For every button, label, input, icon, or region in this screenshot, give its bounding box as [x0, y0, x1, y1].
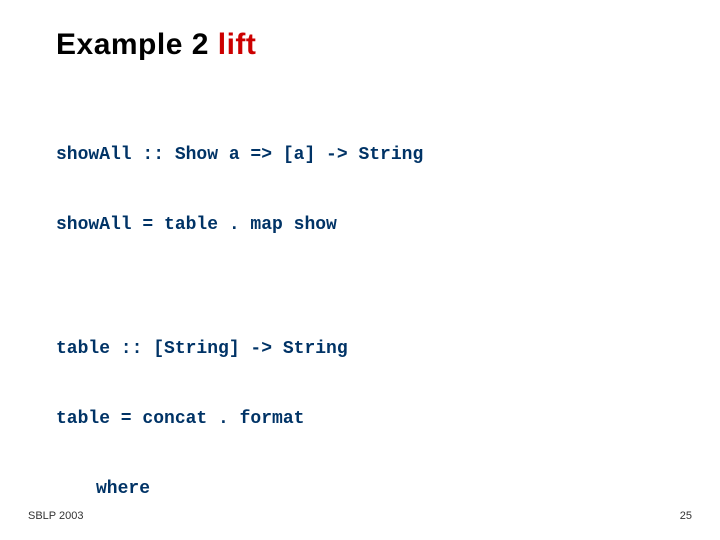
- blank-line: [56, 286, 664, 304]
- page-number: 25: [680, 510, 692, 522]
- code-block: showAll :: Show a => [a] -> String showA…: [56, 110, 664, 540]
- code-line: where: [56, 480, 664, 498]
- code-line: showAll :: Show a => [a] -> String: [56, 146, 664, 164]
- footer-left: SBLP 2003: [28, 510, 83, 522]
- slide-title: Example 2 lift: [56, 28, 256, 62]
- code-line: table :: [String] -> String: [56, 340, 664, 358]
- slide: Example 2 lift showAll :: Show a => [a] …: [0, 0, 720, 540]
- code-line: table = concat . format: [56, 410, 664, 428]
- title-part-1: Example 2: [56, 28, 218, 61]
- code-line: showAll = table . map show: [56, 216, 664, 234]
- title-part-2: lift: [218, 28, 257, 61]
